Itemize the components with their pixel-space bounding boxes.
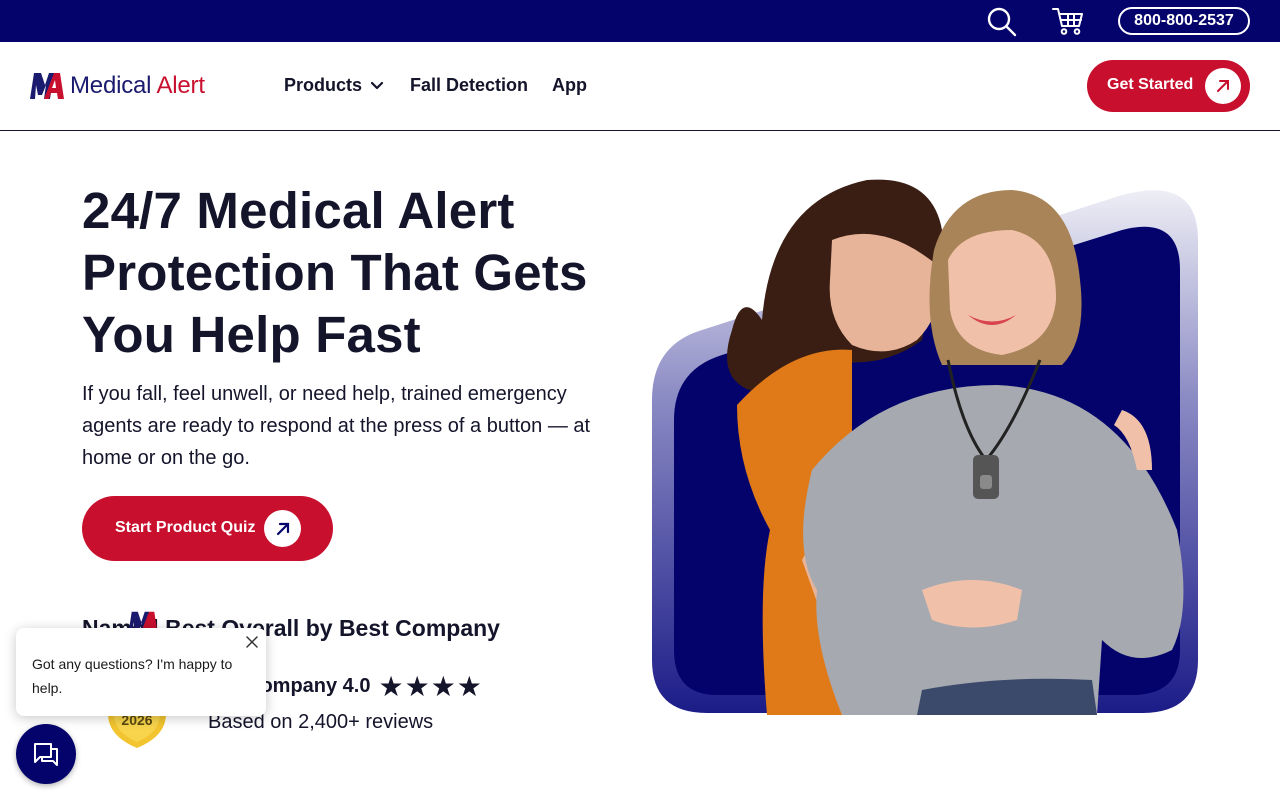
logo-text: Medical Alert [70, 72, 205, 100]
chat-launcher-button[interactable] [16, 724, 76, 784]
cart-icon[interactable] [1051, 6, 1085, 36]
hero-title-line-3: You Help Fast [82, 306, 421, 363]
hero-image [652, 179, 1198, 715]
rating-stars: ★★★★ [378, 671, 483, 702]
rating-line: Company 4.0 ★★★★ [246, 670, 483, 703]
arrow-up-right-icon [1205, 68, 1241, 104]
nav-item-products[interactable]: Products [284, 75, 384, 96]
logo-mark-icon [30, 73, 64, 99]
chat-popup: Got any questions? I'm happy to help. [16, 628, 266, 716]
arrow-up-right-icon [264, 510, 301, 547]
nav-item-fall-detection[interactable]: Fall Detection [410, 75, 528, 96]
start-product-quiz-button[interactable]: Start Product Quiz [82, 496, 333, 561]
hero-title-line-2: Protection That Gets [82, 244, 588, 301]
site-logo[interactable]: Medical Alert [30, 70, 230, 102]
hero-title-line-1: 24/7 Medical Alert [82, 182, 515, 239]
get-started-label: Get Started [1107, 76, 1194, 93]
logo-text-alert: Alert [156, 72, 205, 99]
hero-subtitle: If you fall, feel unwell, or need help, … [82, 383, 591, 469]
chat-message: Got any questions? I'm happy to help. [32, 656, 233, 696]
nav-item-app[interactable]: App [552, 75, 587, 96]
search-icon[interactable] [986, 6, 1018, 38]
hero-title: 24/7 Medical Alert Protection That Gets … [82, 180, 642, 366]
utility-bar: 800-800-2537 [0, 0, 1280, 42]
phone-number-button[interactable]: 800-800-2537 [1118, 7, 1250, 35]
get-started-button[interactable]: Get Started [1087, 60, 1250, 112]
chevron-down-icon [370, 81, 384, 89]
close-icon[interactable] [244, 634, 260, 650]
main-nav: Medical Alert Products Fall Detection Ap… [0, 42, 1280, 131]
logo-text-medical: Medical [70, 72, 152, 99]
nav-item-products-label: Products [284, 75, 363, 95]
chat-icon [34, 743, 58, 766]
quiz-button-label: Start Product Quiz [115, 519, 256, 536]
